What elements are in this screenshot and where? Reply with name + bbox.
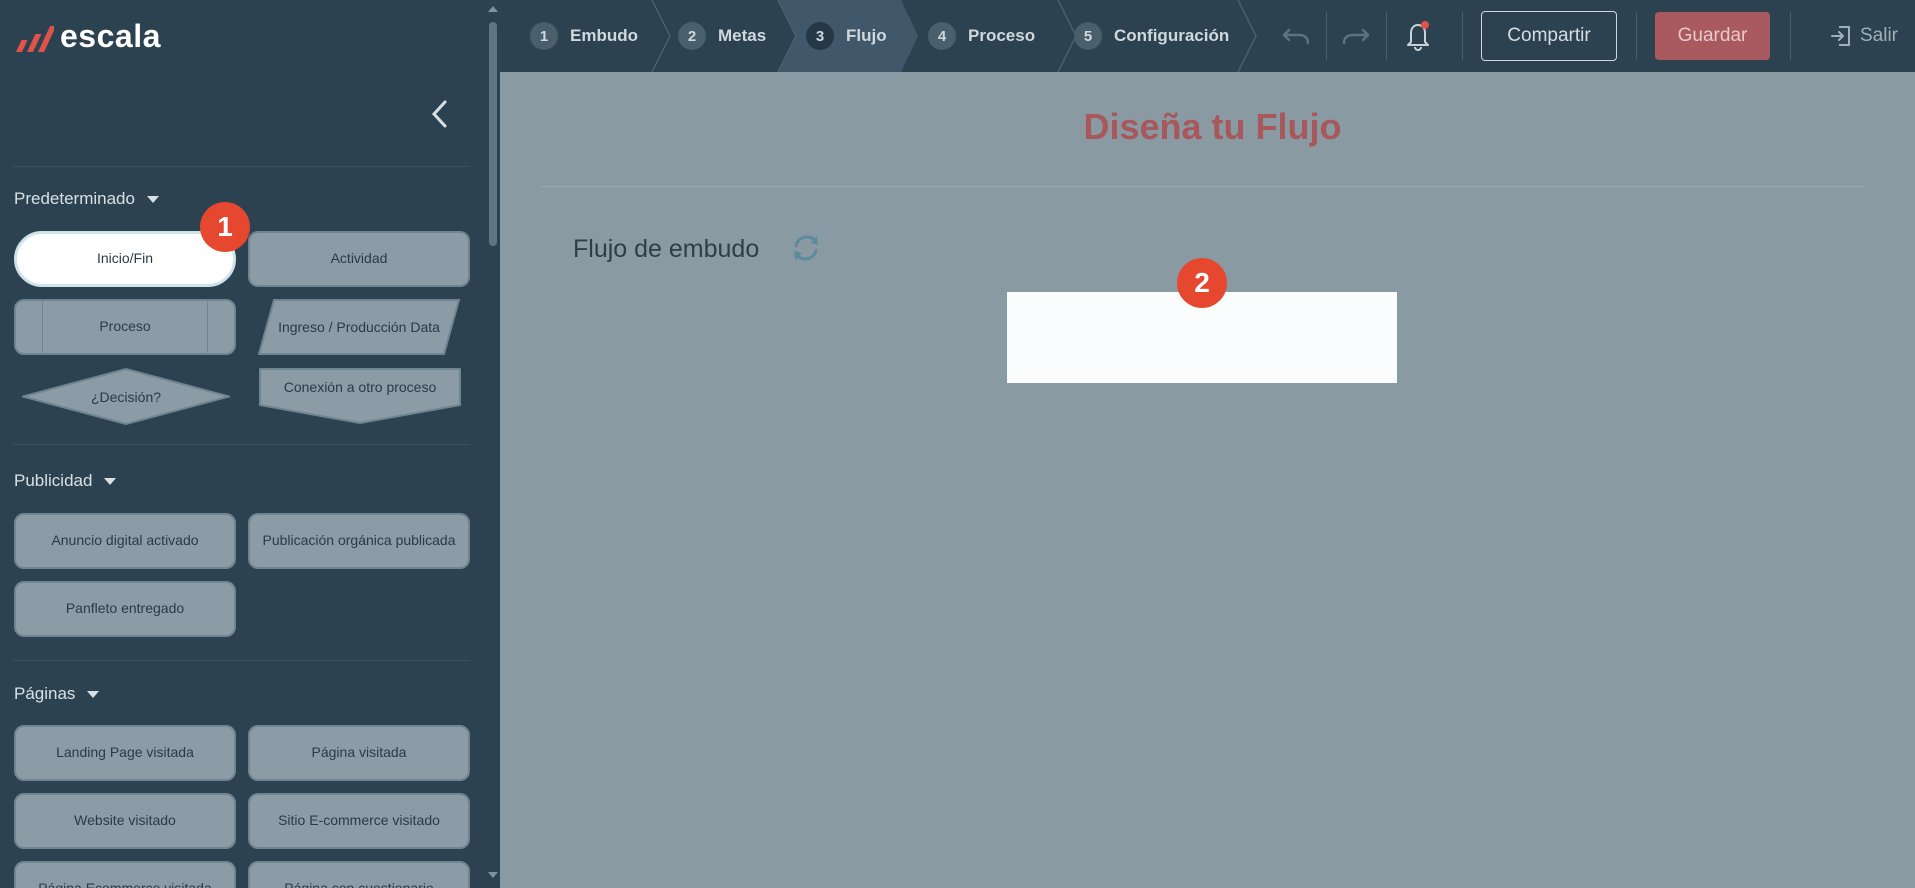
scroll-up-icon[interactable] bbox=[488, 6, 498, 12]
shape-conexion-otro-proceso[interactable]: Conexión a otro proceso bbox=[258, 367, 462, 425]
shape-website-visitado[interactable]: Website visitado bbox=[14, 793, 236, 849]
shape-label: Ingreso / Producción Data bbox=[278, 319, 440, 335]
step-embudo[interactable]: 1 Embudo bbox=[530, 0, 638, 72]
scroll-thumb[interactable] bbox=[489, 22, 497, 246]
sidebar-scrollbar[interactable] bbox=[486, 0, 500, 888]
logo: escala bbox=[14, 18, 161, 55]
separator bbox=[1386, 12, 1387, 60]
step-configuracion[interactable]: 5 Configuración bbox=[1074, 0, 1229, 72]
caret-down-icon bbox=[87, 690, 100, 698]
step-label: Flujo bbox=[846, 26, 887, 45]
logout-label: Salir bbox=[1860, 25, 1899, 46]
share-button[interactable]: Compartir bbox=[1481, 11, 1617, 61]
chevron-right-icon bbox=[777, 0, 797, 72]
shape-label: Conexión a otro proceso bbox=[283, 379, 437, 395]
shape-panfleto[interactable]: Panfleto entregado bbox=[14, 581, 236, 637]
sidebar: escala Predeterminado Inicio/Fin Activid… bbox=[0, 0, 500, 888]
separator bbox=[1790, 12, 1791, 60]
step-number: 5 bbox=[1074, 22, 1102, 50]
section-header-publicidad[interactable]: Publicidad bbox=[14, 471, 117, 491]
step-proceso[interactable]: 4 Proceso bbox=[928, 0, 1035, 72]
shape-pagina-cuestionario[interactable]: Página con cuestionario bbox=[248, 861, 470, 888]
refresh-icon[interactable] bbox=[790, 232, 822, 264]
separator bbox=[1326, 12, 1327, 60]
shape-pagina-visitada[interactable]: Página visitada bbox=[248, 725, 470, 781]
redo-icon bbox=[1342, 28, 1370, 45]
chevron-left-icon bbox=[431, 100, 447, 128]
bell-icon bbox=[1407, 21, 1429, 52]
step-metas[interactable]: 2 Metas bbox=[678, 0, 766, 72]
section-title: Páginas bbox=[14, 684, 76, 703]
step-label: Metas bbox=[718, 26, 767, 45]
step-label: Configuración bbox=[1114, 26, 1230, 45]
undo-icon bbox=[1282, 28, 1310, 45]
divider bbox=[12, 660, 470, 661]
step-flujo[interactable]: 3 Flujo bbox=[806, 0, 887, 72]
step-number: 4 bbox=[928, 22, 956, 50]
chevron-right-icon bbox=[1237, 0, 1257, 72]
chevron-right-icon bbox=[651, 0, 671, 72]
step-label: Proceso bbox=[968, 26, 1036, 45]
save-button[interactable]: Guardar bbox=[1655, 12, 1770, 60]
undo-button[interactable] bbox=[1278, 18, 1314, 54]
shape-ingreso-produccion-data[interactable]: Ingreso / Producción Data bbox=[257, 299, 461, 355]
redo-button[interactable] bbox=[1338, 18, 1374, 54]
shape-actividad[interactable]: Actividad bbox=[248, 231, 470, 287]
main-canvas-area: Diseña tu Flujo Flujo de embudo bbox=[500, 72, 1915, 888]
step-number: 3 bbox=[806, 22, 834, 50]
divider bbox=[12, 444, 470, 445]
step-number: 2 bbox=[678, 22, 706, 50]
separator bbox=[1636, 12, 1637, 60]
caret-down-icon bbox=[104, 477, 117, 485]
separator bbox=[1462, 12, 1463, 60]
flow-title: Flujo de embudo bbox=[573, 235, 760, 263]
step-number: 1 bbox=[530, 22, 558, 50]
divider bbox=[12, 166, 470, 167]
section-header-paginas[interactable]: Páginas bbox=[14, 684, 100, 704]
shape-ecommerce-visitado[interactable]: Sitio E-commerce visitado bbox=[248, 793, 470, 849]
shape-pagina-ecommerce[interactable]: Página Ecommerce visitada bbox=[14, 861, 236, 888]
shape-label: ¿Decisión? bbox=[90, 388, 162, 405]
notifications-button[interactable] bbox=[1400, 18, 1436, 54]
shape-decision[interactable]: ¿Decisión? bbox=[19, 367, 233, 426]
section-title: Publicidad bbox=[14, 471, 93, 490]
brand-name: escala bbox=[60, 18, 161, 54]
logout-button[interactable]: Salir bbox=[1830, 0, 1898, 72]
divider bbox=[540, 186, 1865, 187]
shape-proceso[interactable]: Proceso bbox=[14, 299, 236, 355]
page-title: Diseña tu Flujo bbox=[1083, 106, 1342, 147]
top-bar: 1 Embudo 2 Metas 3 Flujo 4 Proceso 5 Con… bbox=[500, 0, 1915, 72]
escala-logo-icon bbox=[15, 25, 54, 52]
step-badge: 2 bbox=[1177, 258, 1227, 308]
step-badge: 1 bbox=[200, 202, 250, 252]
section-title: Predeterminado bbox=[14, 189, 135, 208]
shape-publicacion-organica[interactable]: Publicación orgánica publicada bbox=[248, 513, 470, 569]
collapse-sidebar-button[interactable] bbox=[424, 96, 454, 132]
shape-landing-page[interactable]: Landing Page visitada bbox=[14, 725, 236, 781]
shape-anuncio-digital[interactable]: Anuncio digital activado bbox=[14, 513, 236, 569]
step-label: Embudo bbox=[570, 26, 638, 45]
section-header-predeterminado[interactable]: Predeterminado bbox=[14, 189, 159, 209]
caret-down-icon bbox=[146, 195, 159, 203]
scroll-down-icon[interactable] bbox=[488, 872, 498, 878]
logout-icon bbox=[1831, 26, 1850, 46]
